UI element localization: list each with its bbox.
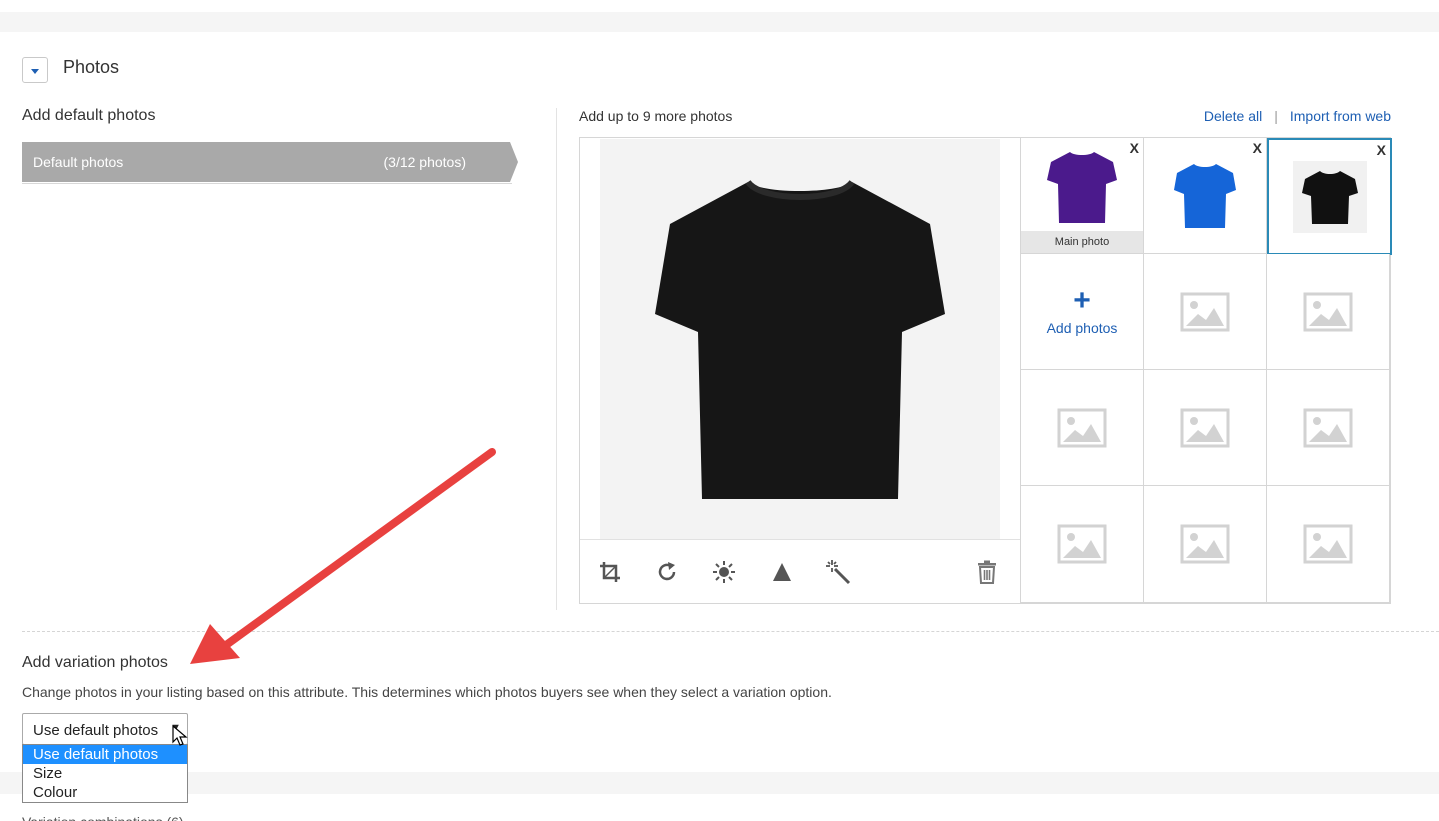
rotate-icon[interactable]	[653, 558, 681, 586]
empty-photo-slot[interactable]	[1021, 370, 1144, 486]
thumbnail-black-selected[interactable]: X	[1267, 138, 1392, 255]
add-photos-label: Add photos	[1046, 319, 1118, 336]
next-section-heading: Variation combinations (6)	[22, 812, 184, 821]
trash-icon[interactable]	[973, 558, 1001, 586]
tab-underline	[22, 183, 512, 184]
image-placeholder-icon	[1057, 524, 1107, 564]
option-use-default-photos[interactable]: Use default photos	[23, 745, 187, 764]
image-placeholder-icon	[1303, 292, 1353, 331]
more-photos-heading: Add up to 9 more photos	[579, 108, 733, 124]
photo-preview	[600, 139, 1000, 539]
section-divider	[22, 631, 1439, 632]
variation-options-dropdown: Use default photos Size Colour	[22, 744, 188, 803]
add-photos-button[interactable]: + Add photos	[1021, 254, 1144, 370]
empty-photo-slot[interactable]	[1144, 254, 1267, 370]
delete-all-link[interactable]: Delete all	[1204, 108, 1262, 124]
image-placeholder-icon	[1057, 408, 1107, 447]
empty-photo-slot[interactable]	[1144, 486, 1267, 603]
image-placeholder-icon	[1180, 524, 1230, 564]
tab-photo-count: (3/12 photos)	[383, 154, 467, 170]
variation-photo-select[interactable]: Use default photos ▼	[22, 713, 188, 745]
default-photos-tab[interactable]: Default photos (3/12 photos)	[22, 142, 518, 182]
column-divider	[556, 108, 557, 610]
collapse-toggle-button[interactable]	[22, 57, 48, 83]
section-separator-band	[0, 12, 1439, 32]
auto-fix-icon[interactable]	[824, 558, 852, 586]
thumbnail-main-purple[interactable]: X Main photo	[1021, 138, 1144, 254]
empty-photo-slot[interactable]	[1267, 486, 1390, 603]
caret-down-icon	[31, 68, 39, 74]
thumbnail-blue[interactable]: X	[1144, 138, 1267, 254]
tab-label: Default photos	[33, 154, 124, 170]
import-from-web-link[interactable]: Import from web	[1290, 108, 1391, 124]
default-photos-heading: Add default photos	[22, 107, 156, 124]
empty-photo-slot[interactable]	[1021, 486, 1144, 603]
option-size[interactable]: Size	[23, 764, 187, 783]
photo-editing-toolbar	[580, 539, 1021, 603]
black-tshirt-preview-image	[655, 179, 945, 499]
variation-photos-heading: Add variation photos	[22, 654, 168, 671]
section-separator-band	[0, 772, 1439, 794]
empty-photo-slot[interactable]	[1267, 254, 1390, 370]
remove-photo-button[interactable]: X	[1253, 140, 1262, 156]
remove-photo-button[interactable]: X	[1130, 140, 1139, 156]
thumbnail-grid: X Main photo X X + Add photos	[1020, 138, 1392, 603]
contrast-icon[interactable]	[768, 558, 796, 586]
crop-icon[interactable]	[596, 558, 624, 586]
empty-photo-slot[interactable]	[1144, 370, 1267, 486]
mouse-cursor-icon	[172, 725, 188, 746]
image-placeholder-icon	[1180, 408, 1230, 447]
image-placeholder-icon	[1180, 292, 1230, 331]
plus-icon: +	[1073, 283, 1091, 317]
photo-gallery: X Main photo X X + Add photos	[579, 137, 1392, 604]
selected-value: Use default photos	[33, 722, 159, 739]
black-thumbnail-frame	[1292, 160, 1367, 233]
link-separator: |	[1274, 108, 1278, 124]
brightness-icon[interactable]	[710, 558, 738, 586]
blue-tshirt-thumbnail	[1174, 163, 1236, 228]
purple-tshirt-thumbnail	[1047, 151, 1117, 223]
remove-photo-button[interactable]: X	[1377, 142, 1386, 158]
section-title: Photos	[63, 57, 120, 77]
main-photo-label: Main photo	[1021, 231, 1143, 253]
image-placeholder-icon	[1303, 524, 1353, 564]
variation-photos-description: Change photos in your listing based on t…	[22, 684, 832, 700]
image-placeholder-icon	[1303, 408, 1353, 447]
empty-photo-slot[interactable]	[1267, 370, 1390, 486]
black-tshirt-thumbnail	[1301, 170, 1358, 224]
option-colour[interactable]: Colour	[23, 783, 187, 802]
photo-actions: Delete all | Import from web	[1204, 108, 1391, 124]
top-band	[0, 0, 1439, 12]
